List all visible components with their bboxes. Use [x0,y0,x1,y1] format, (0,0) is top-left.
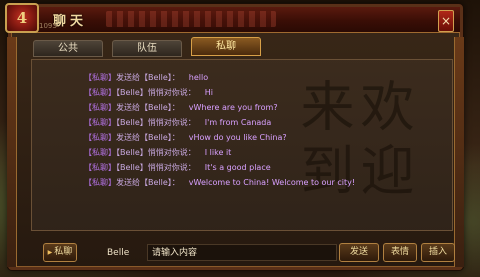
message-channel-tag: 【私聊】 [84,88,116,97]
tab-private[interactable]: 私聊 [191,37,261,56]
window-title: 聊天 [53,14,88,29]
message-body: vWhere are you from? [188,103,278,112]
message-sender: 【Belle】悄悄对你说： [116,118,196,127]
message-body: vHow do you like China? [188,133,287,142]
channel-select-label: 私聊 [54,247,73,257]
message-list[interactable]: 欢迎来到 【私聊】发送给【Belle】： hello 【私聊】【Belle】悄悄对… [31,59,453,231]
channel-select-button[interactable]: ▶ 私聊 [43,243,77,262]
send-button[interactable]: 发送 [339,243,379,262]
message-channel-tag: 【私聊】 [84,163,116,172]
message-body: I'm from Canada [204,118,272,127]
emote-button[interactable]: 表情 [383,243,417,262]
message-sender: 【Belle】悄悄对你说： [116,163,196,172]
tab-public[interactable]: 公共 [33,40,103,57]
channel-tabs: 公共 队伍 私聊 [33,37,261,58]
message-body: It's a good place [204,163,271,172]
list-item: 【私聊】【Belle】悄悄对你说： I like it [84,147,231,158]
message-sender: 发送给【Belle】： [116,103,180,112]
input-bar: ▶私聊 发送 表情 插入 [31,243,455,265]
message-channel-tag: 【私聊】 [84,103,116,112]
message-input[interactable] [147,244,337,261]
window-emblem-icon: 4 [5,3,39,33]
message-body: vWelcome to China! Welcome to our city! [188,178,356,187]
list-item: 【私聊】发送给【Belle】： vHow do you like China? [84,132,287,143]
message-sender: 【Belle】悄悄对你说： [116,88,196,97]
frame-left-ornament [7,37,17,267]
insert-button[interactable]: 插入 [421,243,455,262]
chat-window: 4 聊天 1093 × 公共 队伍 私聊 欢迎来到 【私聊】发送给【Belle】… [5,3,464,270]
list-item: 【私聊】【Belle】悄悄对你说： I'm from Canada [84,117,271,128]
message-channel-tag: 【私聊】 [84,178,116,187]
message-channel-tag: 【私聊】 [84,133,116,142]
list-item: 【私聊】发送给【Belle】： vWhere are you from? [84,102,278,113]
message-sender: 【Belle】悄悄对你说： [116,148,196,157]
message-sender: 发送给【Belle】： [116,178,180,187]
recipient-field[interactable] [95,244,139,261]
message-sender: 发送给【Belle】： [116,133,180,142]
tab-team[interactable]: 队伍 [112,40,182,57]
list-item: 【私聊】【Belle】悄悄对你说： Hi [84,87,213,98]
message-body: hello [188,73,209,82]
message-sender: 发送给【Belle】： [116,73,180,82]
title-ornament [106,11,276,27]
list-item: 【私聊】【Belle】悄悄对你说： It's a good place [84,162,271,173]
frame-right-ornament [454,37,464,267]
message-body: Hi [204,88,214,97]
list-item: 【私聊】发送给【Belle】： vWelcome to China! Welcom… [84,177,355,188]
triangle-down-icon: ▶ [47,249,53,256]
message-channel-tag: 【私聊】 [84,148,116,157]
message-channel-tag: 【私聊】 [84,73,116,82]
title-bar[interactable]: 4 聊天 1093 × [5,3,460,33]
message-channel-tag: 【私聊】 [84,118,116,127]
close-button[interactable]: × [438,10,454,32]
background-calligraphy: 欢迎来到 [291,78,414,206]
list-item: 【私聊】发送给【Belle】： hello [84,72,208,83]
message-body: I like it [204,148,232,157]
window-subtitle: 1093 [39,22,57,30]
